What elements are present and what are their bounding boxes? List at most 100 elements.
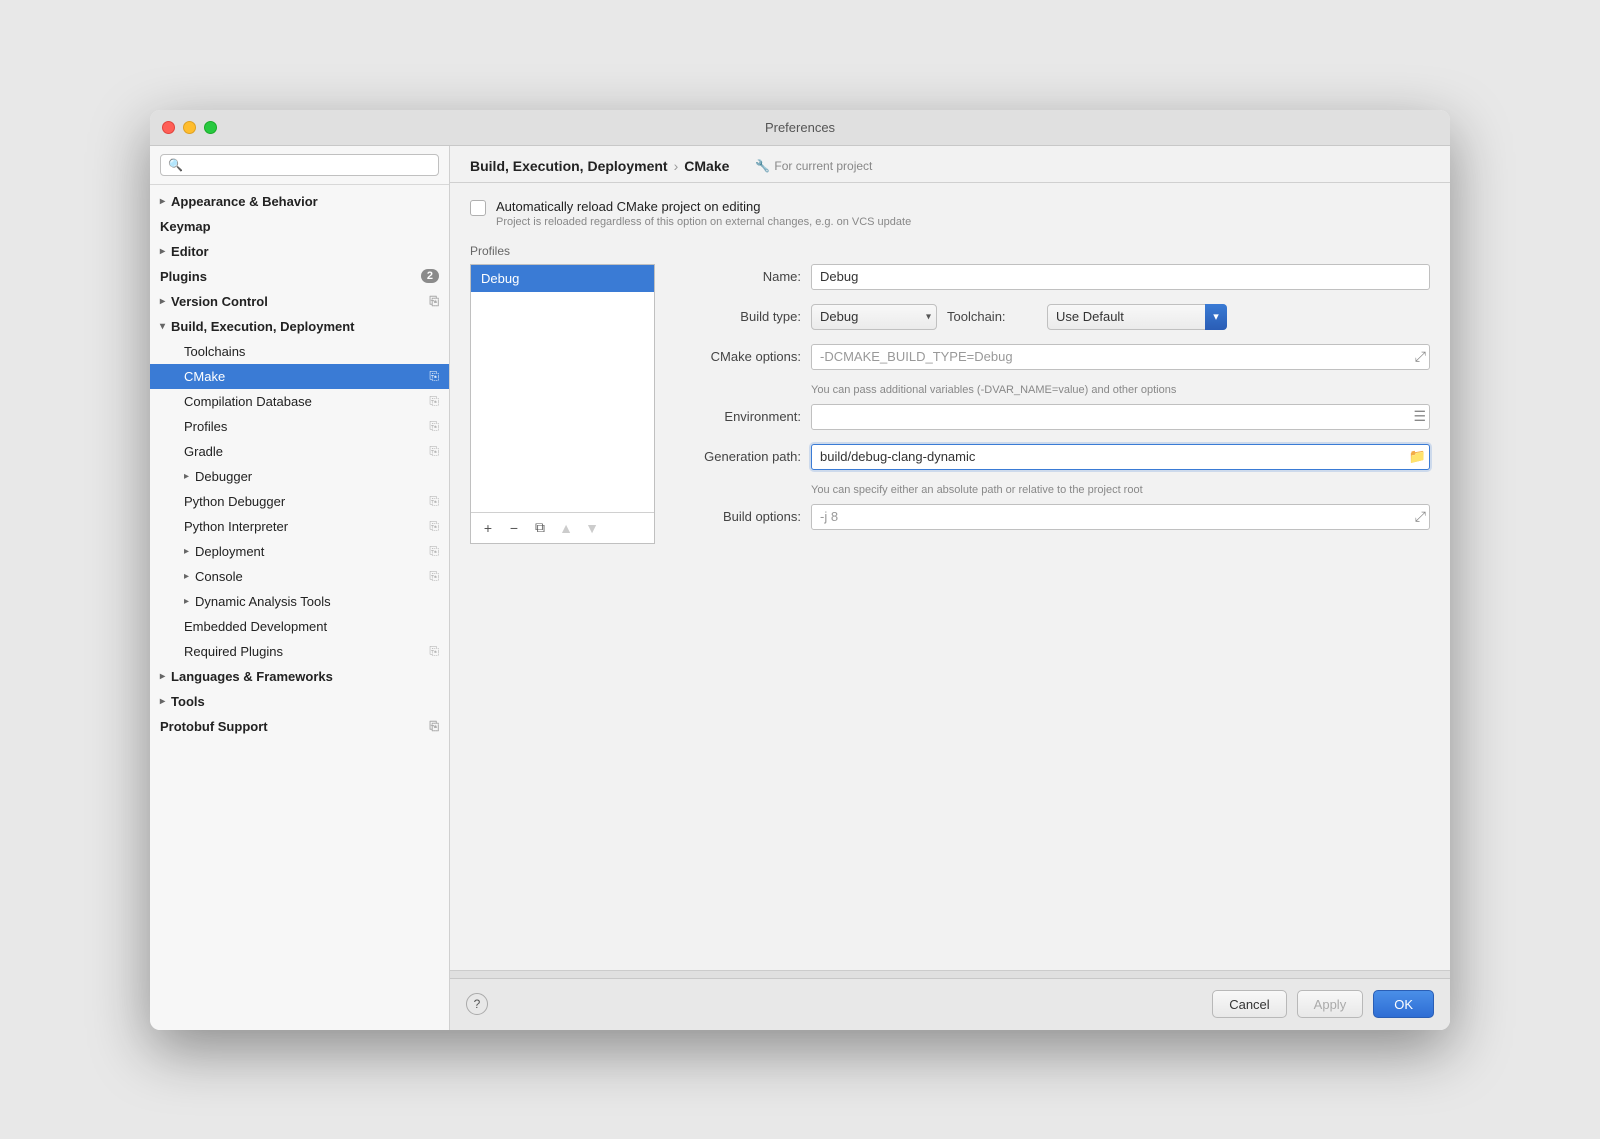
panel-body: Automatically reload CMake project on ed… xyxy=(450,183,1450,970)
profiles-section: Profiles Debug + − ⧉ ▲ xyxy=(470,244,1430,544)
sidebar-item-label: Plugins xyxy=(160,269,207,284)
sidebar-item-console[interactable]: ▸ Console ⎘ xyxy=(150,564,449,589)
sidebar-item-label: Gradle xyxy=(184,444,223,459)
build-type-select[interactable]: Debug Release RelWithDebInfo MinSizeRel xyxy=(811,304,937,330)
close-button[interactable] xyxy=(162,121,175,134)
sidebar-item-embedded[interactable]: Embedded Development xyxy=(150,614,449,639)
sidebar-item-label: Compilation Database xyxy=(184,394,312,409)
toolchain-select[interactable]: Use Default xyxy=(1047,304,1227,330)
cmake-options-expand-btn[interactable]: ⤢ xyxy=(1415,348,1426,365)
move-down-button[interactable]: ▼ xyxy=(581,517,603,539)
build-type-label: Build type: xyxy=(671,309,801,324)
breadcrumb-current: CMake xyxy=(684,158,729,174)
sidebar-item-tools[interactable]: ▸ Tools xyxy=(150,689,449,714)
cmake-options-input[interactable] xyxy=(811,344,1430,370)
environment-wrapper: ☰ xyxy=(811,404,1430,430)
profile-item-debug[interactable]: Debug xyxy=(471,265,654,292)
build-type-row: Build type: Debug Release RelWithDebInfo… xyxy=(671,304,1430,330)
sidebar-item-label: Protobuf Support xyxy=(160,719,268,734)
environment-row: Environment: ☰ xyxy=(671,404,1430,430)
build-options-input[interactable] xyxy=(811,504,1430,530)
cmake-options-wrapper: ⤢ xyxy=(811,344,1430,370)
environment-edit-btn[interactable]: ☰ xyxy=(1413,408,1426,425)
sidebar-item-appearance[interactable]: ▸ Appearance & Behavior xyxy=(150,189,449,214)
copy-icon: ⎘ xyxy=(429,519,439,534)
sidebar-item-keymap[interactable]: Keymap xyxy=(150,214,449,239)
apply-button[interactable]: Apply xyxy=(1297,990,1364,1018)
sidebar-item-label: Keymap xyxy=(160,219,211,234)
copy-icon: ⎘ xyxy=(429,719,439,734)
remove-profile-button[interactable]: − xyxy=(503,517,525,539)
ok-button[interactable]: OK xyxy=(1373,990,1434,1018)
profiles-label: Profiles xyxy=(470,244,1430,258)
build-options-expand-btn[interactable]: ⤢ xyxy=(1415,508,1426,525)
sidebar-item-required-plugins[interactable]: Required Plugins ⎘ xyxy=(150,639,449,664)
sidebar-item-label: Dynamic Analysis Tools xyxy=(195,594,331,609)
maximize-button[interactable] xyxy=(204,121,217,134)
copy-icon: ⎘ xyxy=(429,544,439,559)
minimize-button[interactable] xyxy=(183,121,196,134)
name-input[interactable] xyxy=(811,264,1430,290)
help-button[interactable]: ? xyxy=(466,993,488,1015)
cmake-options-label: CMake options: xyxy=(671,349,801,364)
bottom-bar: ? Cancel Apply OK xyxy=(450,978,1450,1030)
project-icon: 🔧 xyxy=(755,159,770,173)
add-profile-button[interactable]: + xyxy=(477,517,499,539)
environment-input[interactable] xyxy=(811,404,1430,430)
move-up-button[interactable]: ▲ xyxy=(555,517,577,539)
chevron-icon: ▸ xyxy=(184,596,189,607)
name-row: Name: xyxy=(671,264,1430,290)
sidebar-item-toolchains[interactable]: Toolchains xyxy=(150,339,449,364)
generation-path-row: Generation path: 📁 xyxy=(671,444,1430,470)
profiles-list-body: Debug xyxy=(471,265,654,512)
sidebar-item-deployment[interactable]: ▸ Deployment ⎘ xyxy=(150,539,449,564)
sidebar-item-version-control[interactable]: ▸ Version Control ⎘ xyxy=(150,289,449,314)
sidebar-item-protobuf[interactable]: Protobuf Support ⎘ xyxy=(150,714,449,739)
copy-profile-button[interactable]: ⧉ xyxy=(529,517,551,539)
for-project: 🔧 For current project xyxy=(755,159,872,173)
nav-list: ▸ Appearance & Behavior Keymap ▸ Editor … xyxy=(150,185,449,743)
copy-icon: ⎘ xyxy=(429,494,439,509)
chevron-icon: ▸ xyxy=(184,471,189,482)
copy-icon: ⎘ xyxy=(429,419,439,434)
sidebar-item-languages[interactable]: ▸ Languages & Frameworks xyxy=(150,664,449,689)
cancel-button[interactable]: Cancel xyxy=(1212,990,1286,1018)
generation-path-input[interactable] xyxy=(811,444,1430,470)
auto-reload-hint: Project is reloaded regardless of this o… xyxy=(496,216,911,228)
chevron-icon: ▸ xyxy=(160,696,165,707)
name-label: Name: xyxy=(671,269,801,284)
preferences-window: Preferences 🔍 ▸ Appearance & Behavior Ke… xyxy=(150,110,1450,1030)
sidebar-item-python-debugger[interactable]: Python Debugger ⎘ xyxy=(150,489,449,514)
bottom-right: Cancel Apply OK xyxy=(1212,990,1434,1018)
sidebar-item-compilation-db[interactable]: Compilation Database ⎘ xyxy=(150,389,449,414)
main-content: 🔍 ▸ Appearance & Behavior Keymap ▸ Edito… xyxy=(150,146,1450,1030)
copy-icon: ⎘ xyxy=(429,369,439,384)
auto-reload-checkbox[interactable] xyxy=(470,200,486,216)
sidebar-item-build-exec[interactable]: ▾ Build, Execution, Deployment xyxy=(150,314,449,339)
sidebar-item-label: Appearance & Behavior xyxy=(171,194,318,209)
sidebar-item-plugins[interactable]: Plugins 2 xyxy=(150,264,449,289)
generation-path-browse-btn[interactable]: 📁 xyxy=(1409,448,1426,465)
sidebar-item-label: Embedded Development xyxy=(184,619,327,634)
sidebar-item-custom-build[interactable]: Profiles ⎘ xyxy=(150,414,449,439)
sidebar-item-label: Toolchains xyxy=(184,344,245,359)
auto-reload-row: Automatically reload CMake project on ed… xyxy=(470,199,1430,228)
chevron-icon: ▸ xyxy=(184,546,189,557)
search-wrapper[interactable]: 🔍 xyxy=(160,154,439,176)
sidebar-item-python-interpreter[interactable]: Python Interpreter ⎘ xyxy=(150,514,449,539)
search-input[interactable] xyxy=(187,158,431,172)
sidebar-item-dynamic-analysis[interactable]: ▸ Dynamic Analysis Tools xyxy=(150,589,449,614)
profiles-list: Debug + − ⧉ ▲ ▼ xyxy=(470,264,655,544)
sidebar-item-label: Tools xyxy=(171,694,205,709)
copy-icon: ⎘ xyxy=(429,394,439,409)
sidebar-item-gradle[interactable]: Gradle ⎘ xyxy=(150,439,449,464)
chevron-icon: ▸ xyxy=(184,571,189,582)
right-panel: Build, Execution, Deployment › CMake 🔧 F… xyxy=(450,146,1450,1030)
sidebar-item-debugger[interactable]: ▸ Debugger xyxy=(150,464,449,489)
sidebar-item-cmake[interactable]: CMake ⎘ xyxy=(150,364,449,389)
sidebar-item-editor[interactable]: ▸ Editor xyxy=(150,239,449,264)
profiles-container: Debug + − ⧉ ▲ ▼ xyxy=(470,264,1430,544)
bottom-left: ? xyxy=(466,993,488,1015)
breadcrumb-parent: Build, Execution, Deployment xyxy=(470,158,668,174)
sidebar-item-label: CMake xyxy=(184,369,225,384)
